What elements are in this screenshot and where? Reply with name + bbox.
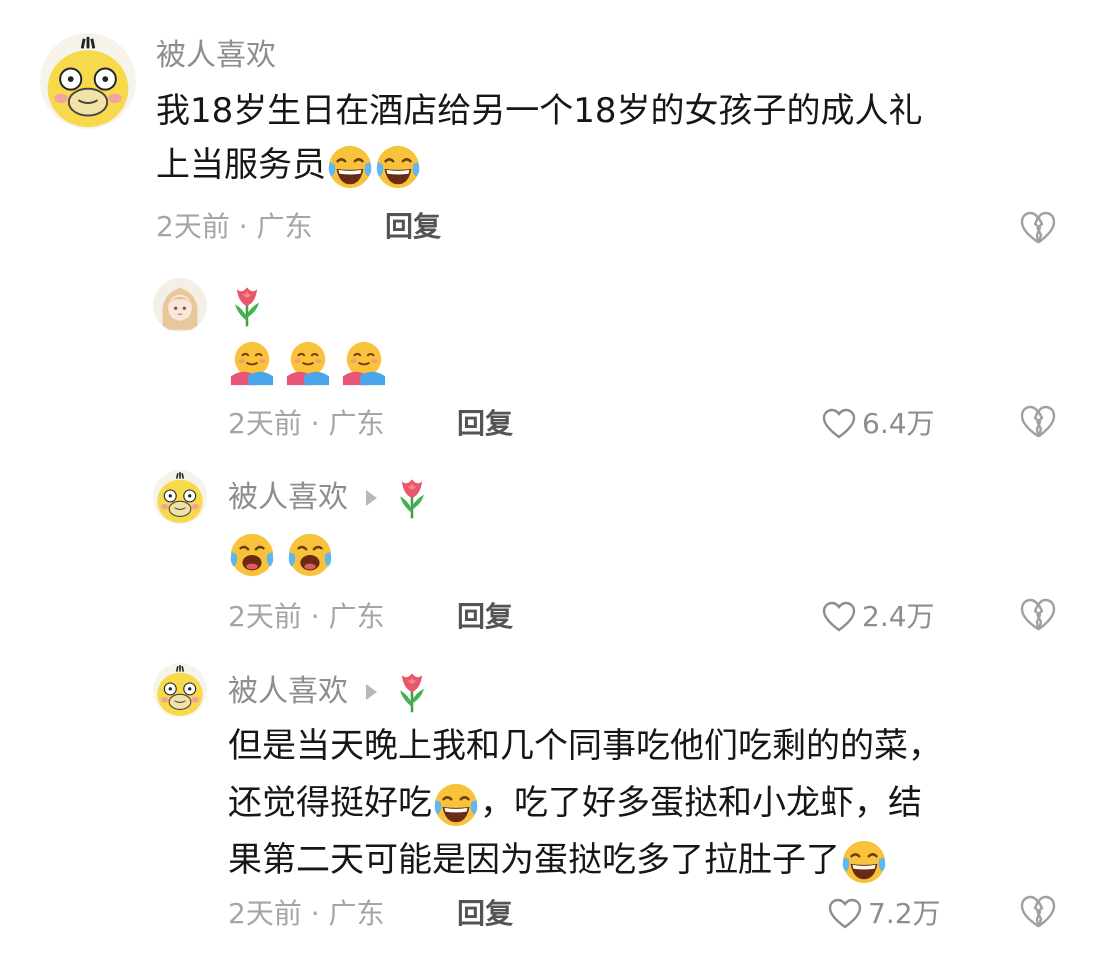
dislike-icon[interactable] xyxy=(1020,895,1056,929)
avatar[interactable] xyxy=(153,470,207,524)
dislike-icon[interactable] xyxy=(1020,211,1056,245)
tulip-emoji xyxy=(395,476,429,520)
reply-button[interactable]: 回复 xyxy=(457,894,513,934)
like-count: 7.2万 xyxy=(868,897,941,930)
reply-author-name: 被人喜欢 xyxy=(228,480,348,515)
reply-author[interactable]: 被人喜欢 xyxy=(228,476,429,520)
heart-icon xyxy=(822,408,856,440)
reply-arrow-icon xyxy=(366,490,377,506)
dislike-icon[interactable] xyxy=(1020,405,1056,439)
reply-author[interactable]: 被人喜欢 xyxy=(228,670,429,714)
like-button[interactable]: 6.4万 xyxy=(822,404,935,444)
like-count: 2.4万 xyxy=(862,600,935,633)
avatar[interactable] xyxy=(153,663,207,717)
tulip-emoji xyxy=(230,284,264,328)
comment-text-line: 我18岁生日在酒店给另一个18岁的女孩子的成人礼 xyxy=(156,91,923,131)
reply-text xyxy=(228,526,334,580)
like-button[interactable]: 7.2万 xyxy=(828,894,941,934)
reply-text-line: ，吃了好多蛋挞和小龙虾，结 xyxy=(480,783,922,823)
comment-text-line: 上当服务员 xyxy=(156,145,326,185)
reply-time-location: 2天前 · 广东 xyxy=(228,897,385,930)
reply-author[interactable] xyxy=(230,284,264,328)
like-button[interactable]: 2.4万 xyxy=(822,597,935,637)
hug-emoji xyxy=(284,339,332,387)
reply-text: 但是当天晚上我和几个同事吃他们吃剩的的菜， 还觉得挺好吃 ，吃了好多蛋挞和小龙虾，… xyxy=(228,718,942,889)
laugh-cry-emoji xyxy=(840,838,888,886)
reply-text-line: 还觉得挺好吃 xyxy=(228,783,432,823)
hug-emoji xyxy=(340,339,388,387)
reply-button[interactable]: 回复 xyxy=(457,597,513,637)
comment-author[interactable]: 被人喜欢 xyxy=(156,36,276,76)
reply-text-line: 但是当天晚上我和几个同事吃他们吃剩的的菜， xyxy=(228,726,942,766)
comment-text: 我18岁生日在酒店给另一个18岁的女孩子的成人礼 上当服务员 xyxy=(156,84,923,192)
comment-time-location: 2天前 · 广东 xyxy=(156,210,313,243)
dislike-icon[interactable] xyxy=(1020,598,1056,632)
avatar[interactable] xyxy=(153,278,207,332)
reply-author-name: 被人喜欢 xyxy=(228,674,348,709)
like-count: 6.4万 xyxy=(862,407,935,440)
heart-icon xyxy=(822,601,856,633)
reply-button[interactable]: 回复 xyxy=(385,207,441,247)
tulip-emoji xyxy=(395,670,429,714)
laugh-cry-emoji xyxy=(432,781,480,829)
reply-text-line: 果第二天可能是因为蛋挞吃多了拉肚子了 xyxy=(228,840,840,880)
laugh-cry-emoji xyxy=(326,143,374,191)
reply-time-location: 2天前 · 广东 xyxy=(228,600,385,633)
hug-emoji xyxy=(228,339,276,387)
avatar[interactable] xyxy=(40,33,136,129)
reply-button[interactable]: 回复 xyxy=(457,404,513,444)
heart-icon xyxy=(828,898,862,930)
wailing-emoji xyxy=(286,531,334,579)
laugh-cry-emoji xyxy=(374,143,422,191)
reply-arrow-icon xyxy=(366,684,377,700)
reply-text xyxy=(228,334,388,388)
reply-time-location: 2天前 · 广东 xyxy=(228,407,385,440)
wailing-emoji xyxy=(228,531,276,579)
